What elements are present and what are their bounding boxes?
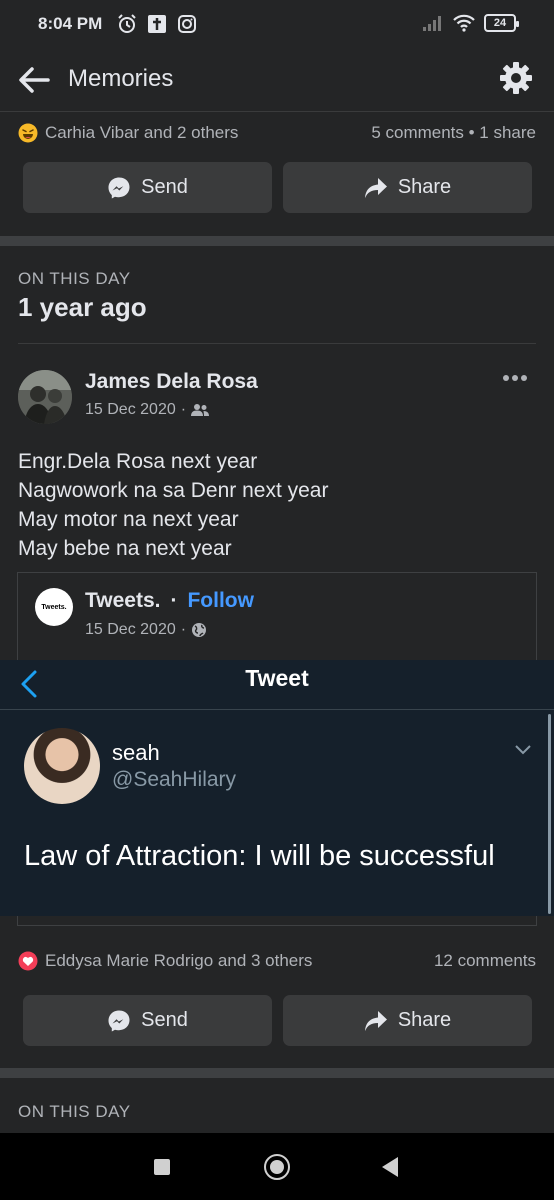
name-separator: · xyxy=(170,589,178,612)
reactions-text: Eddysa Marie Rodrigo and 3 others xyxy=(45,951,313,970)
post-date[interactable]: 15 Dec 2020 xyxy=(85,401,176,419)
home-button[interactable] xyxy=(264,1154,290,1180)
send-button[interactable]: Send xyxy=(23,995,272,1046)
globe-icon xyxy=(192,623,207,637)
post-text-line: May motor na next year xyxy=(18,508,239,531)
post-text-line: Nagwowork na sa Denr next year xyxy=(18,479,329,502)
comments-shares-count[interactable]: 5 comments • 1 share xyxy=(371,123,536,143)
section-divider xyxy=(0,236,554,246)
share-button[interactable]: Share xyxy=(283,995,532,1046)
reactions-text: Carhia Vibar and 2 others xyxy=(45,123,239,142)
next-memory-card: ON THIS DAY xyxy=(0,1078,554,1138)
alarm-icon xyxy=(118,14,136,33)
status-time: 8:04 PM xyxy=(38,14,103,33)
send-button[interactable]: Send xyxy=(23,162,272,213)
messenger-icon xyxy=(108,177,130,198)
page-title: Memories xyxy=(68,65,174,92)
comments-count[interactable]: 12 comments xyxy=(434,951,536,971)
separator-line xyxy=(18,343,536,344)
post-text: Engr.Dela Rosa next year Nagwowork na sa… xyxy=(18,447,328,563)
system-nav-bar xyxy=(0,1133,554,1200)
shared-post-date[interactable]: 15 Dec 2020 xyxy=(85,621,176,639)
reactions-summary[interactable]: Carhia Vibar and 2 others 5 comments • 1… xyxy=(18,118,536,148)
signal-icon xyxy=(423,16,441,31)
share-arrow-icon xyxy=(364,177,387,198)
section-divider xyxy=(0,1068,554,1078)
tweet-body: Law of Attraction: I will be successful xyxy=(24,840,495,872)
chevron-down-icon xyxy=(515,745,531,755)
haha-reaction-icon xyxy=(18,123,38,143)
memory-card: ON THIS DAY 1 year ago James Dela Rosa 1… xyxy=(0,246,554,1068)
tweet-author-handle: @SeahHilary xyxy=(112,768,237,791)
share-arrow-icon xyxy=(364,1010,387,1031)
shared-post-meta: 15 Dec 2020 · xyxy=(85,621,207,639)
arrow-left-icon[interactable] xyxy=(16,63,52,97)
avatar[interactable] xyxy=(18,370,72,424)
share-label: Share xyxy=(397,1009,452,1031)
instagram-icon xyxy=(178,15,196,33)
post-text-line: May bebe na next year xyxy=(18,537,232,560)
send-label: Send xyxy=(141,1009,188,1031)
reactions-summary[interactable]: Eddysa Marie Rodrigo and 3 others 12 com… xyxy=(18,946,536,976)
heart-reaction-icon xyxy=(18,951,38,971)
author-name[interactable]: James Dela Rosa xyxy=(85,370,258,394)
more-dots-icon[interactable] xyxy=(502,372,528,384)
tweet-author-name: seah xyxy=(112,740,160,765)
tweet-scrollbar xyxy=(548,714,551,914)
on-this-day-label: ON THIS DAY xyxy=(18,269,131,288)
status-system-icons: 24 xyxy=(422,14,519,32)
time-ago-heading: 1 year ago xyxy=(18,292,147,322)
follow-link[interactable]: Follow xyxy=(187,589,254,613)
recents-button[interactable] xyxy=(154,1159,170,1175)
send-label: Send xyxy=(141,176,188,198)
wifi-icon xyxy=(453,14,475,32)
avatar-image xyxy=(18,370,72,424)
gear-icon[interactable] xyxy=(498,60,534,96)
share-label: Share xyxy=(397,176,452,198)
post-text-line: Engr.Dela Rosa next year xyxy=(18,450,258,473)
app-header: Memories xyxy=(0,50,554,112)
friends-icon xyxy=(191,404,210,416)
tweet-avatar xyxy=(24,728,100,804)
battery-icon: 24 xyxy=(484,14,519,32)
back-button[interactable] xyxy=(382,1157,398,1177)
messenger-icon xyxy=(108,1010,130,1031)
bible-app-icon xyxy=(148,15,166,33)
shared-page-name[interactable]: Tweets. xyxy=(85,589,160,613)
share-button[interactable]: Share xyxy=(283,162,532,213)
tweet-screenshot-image[interactable]: Tweet seah @SeahHilary Law of Attraction… xyxy=(0,660,554,916)
shared-page-avatar[interactable]: Tweets. xyxy=(35,588,73,626)
post-meta: 15 Dec 2020 · xyxy=(85,401,210,419)
on-this-day-label: ON THIS DAY xyxy=(18,1102,131,1121)
shared-page-header: Tweets. · Follow xyxy=(85,589,254,613)
tweet-screen-title: Tweet xyxy=(245,665,309,691)
status-bar: 8:04 PM 24 xyxy=(0,0,554,50)
status-notification-icons xyxy=(116,13,198,35)
previous-post-footer: Carhia Vibar and 2 others 5 comments • 1… xyxy=(0,112,554,236)
tweet-topbar: Tweet xyxy=(0,660,554,710)
